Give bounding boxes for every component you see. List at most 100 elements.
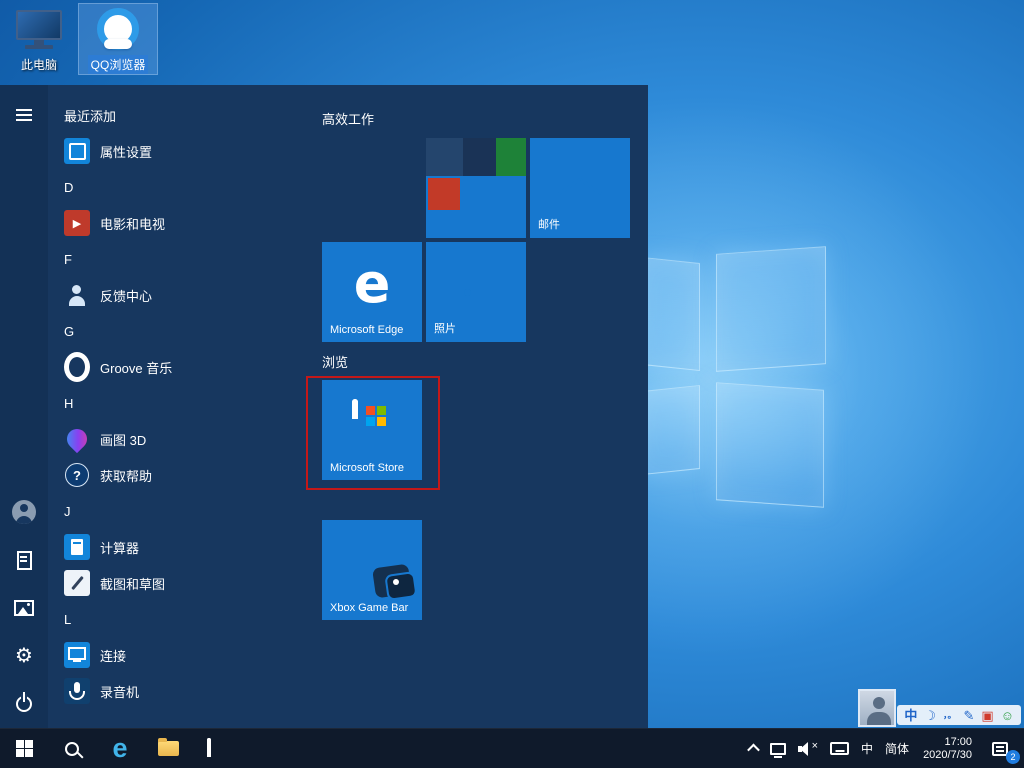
ime-punctuation-icon[interactable]: ，。 [943, 711, 957, 720]
app-list-item-snip-sketch[interactable]: 截图和草图 [48, 565, 322, 601]
edge-icon: e [354, 257, 391, 311]
tray-volume[interactable] [792, 729, 824, 768]
small-tile [496, 138, 526, 176]
pictures-button[interactable] [0, 584, 48, 632]
user-account-button[interactable] [0, 488, 48, 536]
recently-added-header: 最近添加 [48, 97, 322, 133]
desktop-icon-qq-browser[interactable]: QQ浏览器 [79, 4, 157, 74]
taskbar-search-button[interactable] [48, 729, 96, 768]
taskbar-file-explorer-button[interactable] [144, 729, 192, 768]
start-app-list: 最近添加 属性设置 D 电影和电视 F 反馈中心 G Groove 音乐 H 画… [48, 85, 322, 728]
app-list-item-groove-music[interactable]: Groove 音乐 [48, 349, 322, 385]
power-icon [16, 696, 32, 712]
tile-small-group[interactable] [426, 138, 526, 238]
app-list-item-settings[interactable]: 属性设置 [48, 133, 322, 169]
edge-icon: e [112, 735, 127, 762]
app-list-item-connect[interactable]: 连接 [48, 637, 322, 673]
tray-ime-scheme[interactable]: 简体 [879, 729, 915, 768]
tray-show-hidden-icons[interactable] [743, 729, 764, 768]
connect-icon [64, 642, 90, 668]
ime-pen-icon[interactable]: ✎ [964, 709, 975, 722]
keyboard-icon [830, 742, 849, 755]
movies-tv-icon [64, 210, 90, 236]
folder-icon [158, 741, 179, 756]
documents-button[interactable] [0, 536, 48, 584]
small-tile [428, 178, 460, 210]
app-list-item-calculator[interactable]: 计算器 [48, 529, 322, 565]
app-list-letter-l[interactable]: L [48, 601, 322, 637]
chevron-up-icon [747, 744, 760, 757]
taskbar-store-button[interactable] [192, 729, 240, 768]
desktop-screen: 此电脑 QQ浏览器 ⚙ 最近添加 属性设置 D 电影和电视 F 反馈中心 G G… [0, 0, 1024, 768]
tray-action-center[interactable]: 2 [980, 729, 1020, 768]
app-list-item-movies-tv[interactable]: 电影和电视 [48, 205, 322, 241]
search-icon [65, 742, 79, 756]
ime-dict-icon[interactable]: ▣ [981, 709, 993, 722]
windows-logo-pane [642, 385, 700, 475]
tile-group-header-productivity: 高效工作 [322, 109, 374, 128]
app-list-letter-j[interactable]: J [48, 493, 322, 529]
snip-sketch-icon [64, 570, 90, 596]
tray-touch-keyboard[interactable] [824, 729, 855, 768]
app-list-item-voice-recorder[interactable]: 录音机 [48, 673, 322, 709]
ime-halfwidth-moon-icon[interactable]: ☽ [924, 709, 936, 722]
volume-muted-icon [798, 742, 818, 756]
desktop-icon-this-pc[interactable]: 此电脑 [0, 6, 78, 74]
app-list-letter-d[interactable]: D [48, 169, 322, 205]
store-bag-icon [352, 402, 392, 442]
calculator-icon [64, 534, 90, 560]
windows-logo-pane [716, 382, 824, 508]
taskbar: e 中 简体 17:00 2020/7/30 2 [0, 728, 1024, 768]
taskbar-edge-button[interactable]: e [96, 729, 144, 768]
qq-login-avatar-peek[interactable] [858, 689, 896, 727]
user-avatar-icon [12, 500, 36, 524]
small-tile [463, 138, 496, 176]
app-list-item-paint-3d[interactable]: 画图 3D [48, 421, 322, 457]
notification-badge: 2 [1006, 750, 1020, 764]
tray-ime-language[interactable]: 中 [855, 729, 879, 768]
tile-mail[interactable]: 邮件 [530, 138, 630, 238]
windows-logo-icon [16, 740, 33, 757]
start-tiles-area: 高效工作 邮件 e Microsoft Edge 照片 浏览 [322, 85, 648, 728]
desktop-icon-label: 此电脑 [18, 55, 60, 74]
ime-lang-toggle[interactable]: 中 [904, 709, 917, 722]
small-tile [426, 138, 463, 176]
store-bag-icon [207, 740, 225, 758]
settings-button[interactable]: ⚙ [0, 632, 48, 680]
expand-menu-button[interactable] [0, 91, 48, 139]
app-list-letter-f[interactable]: F [48, 241, 322, 277]
power-button[interactable] [0, 680, 48, 728]
hamburger-icon [16, 109, 32, 121]
tile-microsoft-edge[interactable]: e Microsoft Edge [322, 242, 422, 342]
taskbar-empty-area [240, 729, 743, 768]
tile-microsoft-store[interactable]: Microsoft Store [322, 380, 422, 480]
tile-group-header-browse: 浏览 [322, 352, 348, 371]
paint-3d-icon [64, 426, 90, 452]
get-help-icon [64, 462, 90, 488]
windows-logo-pane [716, 246, 826, 372]
tray-time: 17:00 [944, 736, 972, 749]
tray-network[interactable] [764, 729, 792, 768]
pictures-icon [14, 600, 34, 616]
qq-browser-icon [96, 8, 140, 52]
ime-toolbar: 中 ☽ ，。 ✎ ▣ ☺ [897, 705, 1021, 725]
ime-emoji-icon[interactable]: ☺ [1001, 709, 1014, 722]
desktop-icon-label: QQ浏览器 [88, 55, 149, 74]
start-menu-rail: ⚙ [0, 85, 48, 728]
start-menu: ⚙ 最近添加 属性设置 D 电影和电视 F 反馈中心 G Groove 音乐 H… [0, 85, 648, 728]
feedback-hub-icon [64, 282, 90, 308]
app-list-item-feedback-hub[interactable]: 反馈中心 [48, 277, 322, 313]
system-tray: 中 简体 17:00 2020/7/30 2 [743, 729, 1024, 768]
tile-xbox-game-bar[interactable]: Xbox Game Bar [322, 520, 422, 620]
gear-icon: ⚙ [15, 646, 33, 666]
document-icon [17, 551, 32, 570]
app-list-letter-h[interactable]: H [48, 385, 322, 421]
network-icon [770, 743, 786, 755]
settings-app-icon [64, 138, 90, 164]
start-button[interactable] [0, 729, 48, 768]
tile-photos[interactable]: 照片 [426, 242, 526, 342]
tray-clock[interactable]: 17:00 2020/7/30 [915, 729, 980, 768]
app-list-item-get-help[interactable]: 获取帮助 [48, 457, 322, 493]
tray-date: 2020/7/30 [923, 749, 972, 762]
app-list-letter-g[interactable]: G [48, 313, 322, 349]
